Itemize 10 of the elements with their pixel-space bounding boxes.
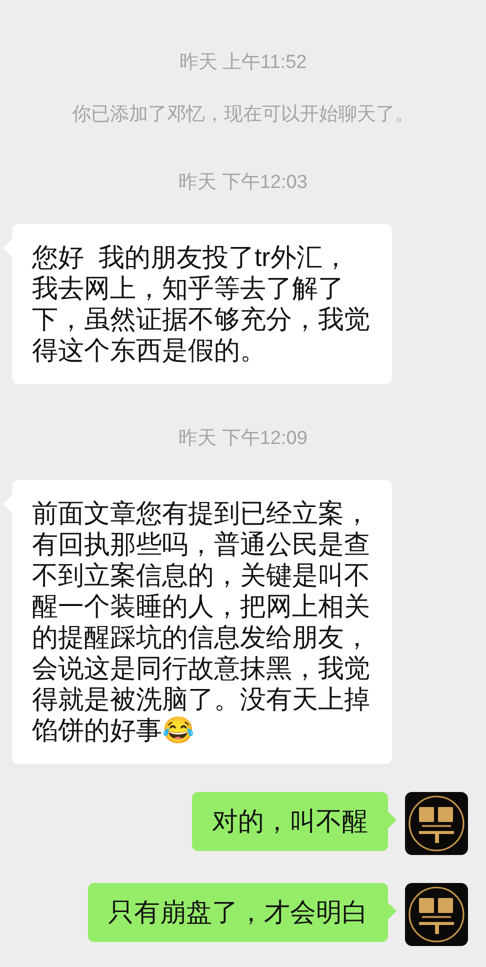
timestamp: 昨天 下午12:09 bbox=[178, 427, 308, 451]
timestamp: 昨天 上午11:52 bbox=[179, 51, 307, 75]
message-text: 只有崩盘了，才会明白 bbox=[108, 897, 368, 927]
system-message: 你已添加了邓忆，现在可以开始聊天了。 bbox=[72, 103, 414, 127]
message-text: 对的，叫不醒 bbox=[212, 806, 368, 836]
timestamp: 昨天 下午12:03 bbox=[178, 171, 308, 195]
avatar-icon bbox=[405, 792, 468, 855]
message-text: 您好 我的朋友投了tr外汇，我去网上，知乎等去了解了下，虽然证据不够充分，我觉得这个东西是假的。 bbox=[32, 242, 370, 365]
avatar-icon bbox=[405, 883, 468, 946]
message-text: 前面文章您有提到已经立案，有回执那些吗，普通公民是查不到立案信息的，关键是叫不醒一个装睡的人，把网上相关的提醒踩坑的信息发给朋友，会说这是同行故意抹黑，我觉得就是被洗脑了。没有天上掉馅饼的好事😂 bbox=[32, 498, 370, 745]
